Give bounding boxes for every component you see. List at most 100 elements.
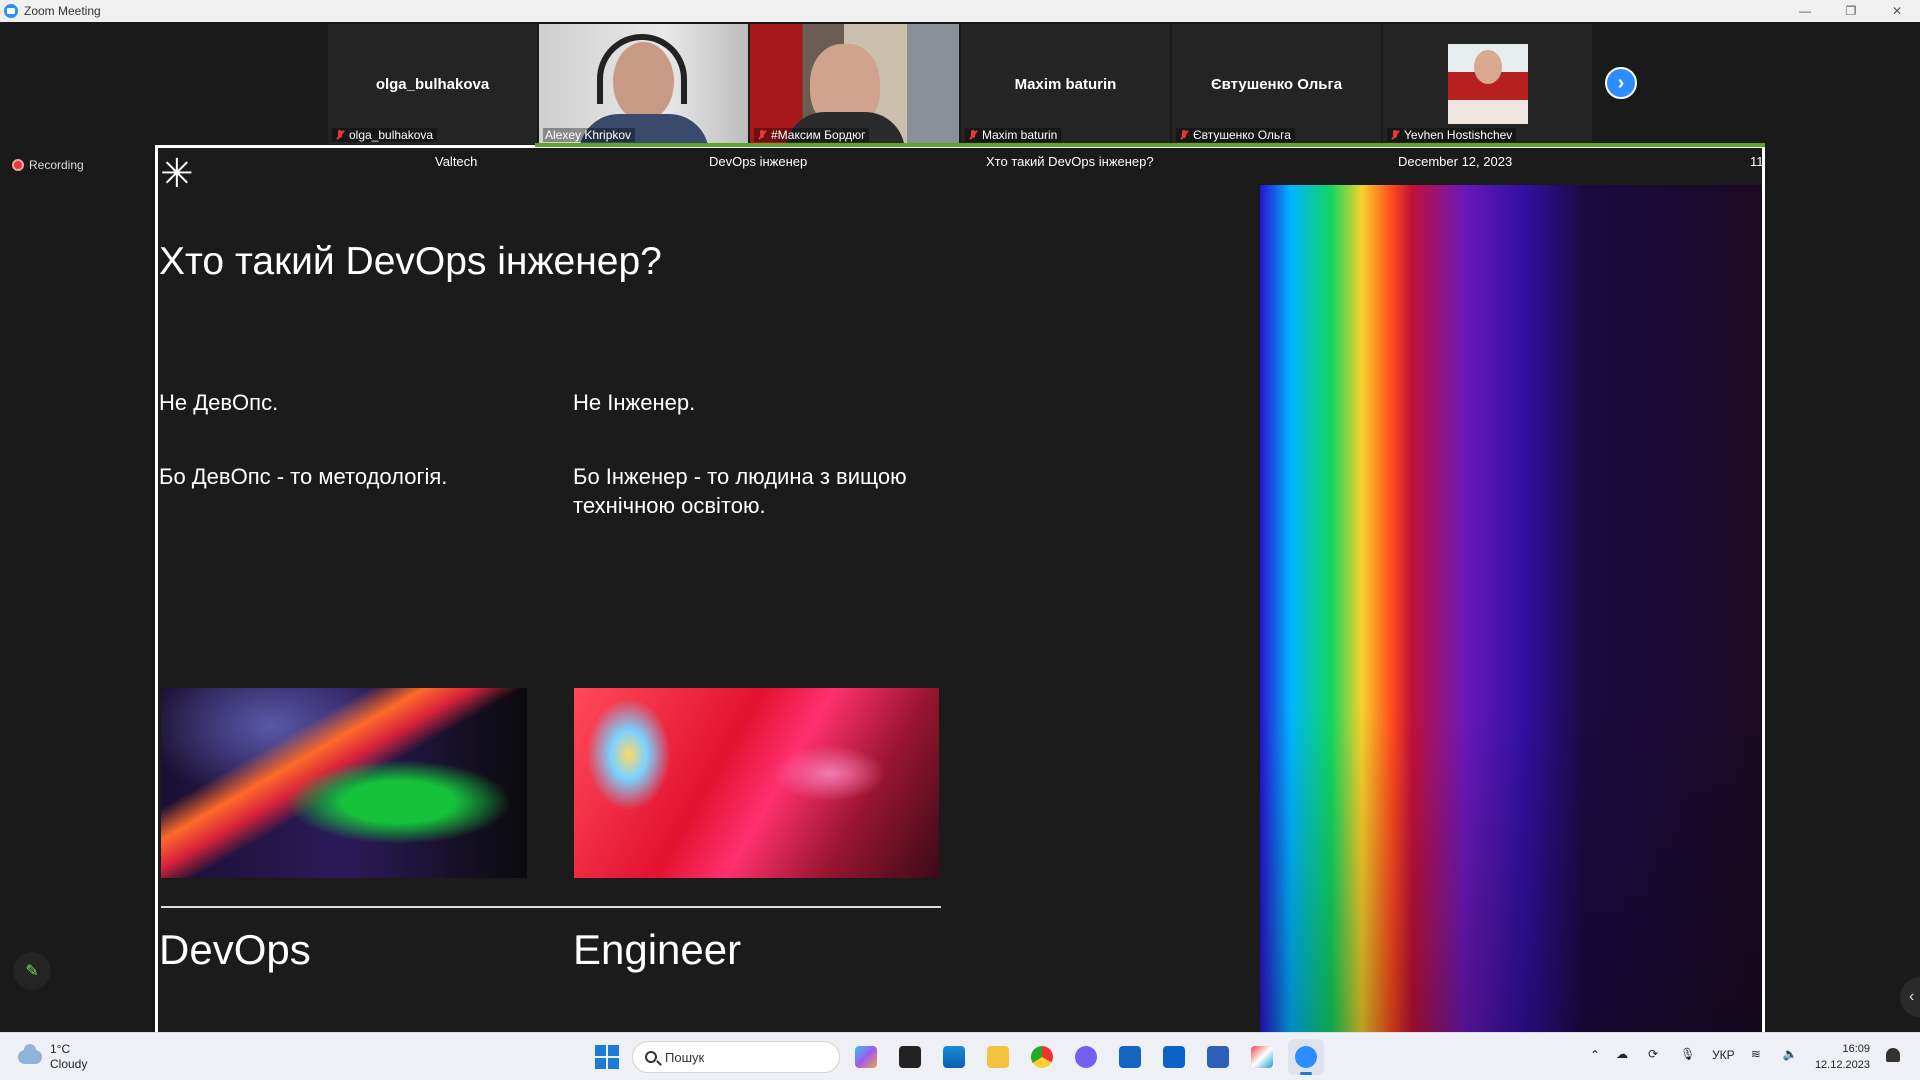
participant-name: Alexey Khripkov — [545, 128, 632, 142]
engineer-abstract-image — [574, 688, 939, 878]
viber-app[interactable] — [1068, 1039, 1104, 1075]
slide-header: ✳ Valtech DevOps інженер Хто такий DevOp… — [158, 154, 1764, 194]
participant-name-label: Yevhen Hostishchev — [1387, 128, 1517, 142]
store-app[interactable] — [936, 1039, 972, 1075]
shared-screen-slide: ✳ Valtech DevOps інженер Хто такий DevOp… — [155, 145, 1765, 1052]
slide-page-number: 11 — [1750, 154, 1764, 169]
microphone-icon[interactable]: 🎙 — [1680, 1047, 1696, 1063]
chevron-right-icon: › — [1617, 71, 1625, 94]
pencil-icon: ✎ — [25, 963, 39, 980]
participant-avatar — [1448, 44, 1528, 124]
muted-mic-icon — [756, 129, 768, 141]
search-placeholder: Пошук — [665, 1049, 705, 1065]
zoom-app[interactable] — [1288, 1039, 1324, 1075]
slide-col2-line2a: Бо Інженер - то людина з вищою — [573, 464, 907, 489]
participant-name-label: Євтушенко Ольга — [1176, 128, 1295, 142]
participant-tile[interactable]: Євтушенко Ольга Євтушенко Ольга — [1172, 24, 1381, 144]
participant-name-label: olga_bulhakova — [332, 128, 438, 142]
slide-col1-line2: Бо ДевОпс - то методологія. — [159, 464, 448, 489]
headset-shape — [597, 34, 687, 104]
slide-word-devops: DevOps — [159, 926, 311, 973]
slide-header-date: December 12, 2023 — [1398, 154, 1513, 169]
word-app[interactable] — [1200, 1039, 1236, 1075]
recording-label: Recording — [29, 158, 84, 172]
prism-light-image — [1260, 185, 1762, 1049]
task-view-app[interactable] — [892, 1039, 928, 1075]
notification-bell-icon[interactable] — [1886, 1048, 1900, 1062]
record-dot-icon — [12, 159, 24, 171]
participant-center-name: Maxim baturin — [1014, 76, 1117, 93]
volume-icon[interactable]: 🔈 — [1783, 1047, 1799, 1063]
outlook-app[interactable] — [1156, 1039, 1192, 1075]
annotate-button[interactable]: ✎ — [13, 952, 51, 990]
taskbar-clock[interactable]: 16:09 12.12.2023 — [1810, 1041, 1870, 1073]
slide-col2-line2b: технічною освітою. — [573, 493, 766, 518]
search-icon — [645, 1051, 657, 1063]
weather-temp: 1°C — [50, 1042, 71, 1056]
chrome-icon — [1031, 1046, 1053, 1068]
taskbar-apps: Пошук — [590, 1039, 1324, 1075]
participant-strip: olga_bulhakova olga_bulhakova Alexey Khr… — [328, 24, 1592, 144]
weather-condition: Cloudy — [50, 1057, 88, 1071]
participant-tile-active-speaker[interactable]: Alexey Khripkov — [539, 24, 748, 144]
devops-abstract-image — [161, 688, 527, 878]
chevron-left-icon: ‹ — [1909, 988, 1915, 1005]
participant-tile[interactable]: #Максим Бордюг — [750, 24, 959, 144]
snipping-tool-app[interactable] — [1244, 1039, 1280, 1075]
head-shape — [1474, 50, 1502, 84]
participant-name: #Максим Бордюг — [771, 128, 866, 142]
participant-name: Maxim baturin — [982, 128, 1058, 142]
muted-mic-icon — [967, 129, 979, 141]
slide-header-section: DevOps інженер — [709, 154, 808, 169]
next-participants-button[interactable]: › — [1605, 67, 1637, 99]
participant-name-label: #Максим Бордюг — [754, 128, 870, 142]
weather-widget[interactable]: 1°C Cloudy — [18, 1042, 87, 1072]
window-titlebar: Zoom Meeting — ❐ ✕ — [0, 0, 1920, 22]
recording-indicator[interactable]: Recording — [12, 158, 84, 172]
copilot-icon — [855, 1046, 877, 1068]
start-button[interactable] — [590, 1040, 624, 1074]
system-tray: ⌃ ☁ ⟳ 🎙 УКР ≋ 🔈 — [1590, 1047, 1799, 1063]
remote-desktop-app[interactable] — [1112, 1039, 1148, 1075]
participant-center-name: Євтушенко Ольга — [1210, 76, 1343, 93]
cloud-icon — [18, 1044, 42, 1064]
participant-name: Yevhen Hostishchev — [1404, 128, 1513, 142]
minimize-button[interactable]: — — [1782, 0, 1828, 22]
zoom-app-icon — [4, 4, 18, 18]
slide-divider — [161, 906, 941, 908]
participant-center-name: olga_bulhakova — [375, 76, 490, 93]
zoom-icon — [1295, 1046, 1317, 1068]
participant-tile[interactable]: Maxim baturin Maxim baturin — [961, 24, 1170, 144]
wifi-icon[interactable]: ≋ — [1751, 1047, 1767, 1063]
file-explorer-app[interactable] — [980, 1039, 1016, 1075]
language-indicator[interactable]: УКР — [1712, 1048, 1735, 1062]
task-view-icon — [899, 1046, 921, 1068]
slide-header-company: Valtech — [435, 154, 478, 169]
window-title: Zoom Meeting — [24, 4, 101, 18]
viber-icon — [1075, 1046, 1097, 1068]
participant-name-label: Maxim baturin — [965, 128, 1062, 142]
remote-desktop-icon — [1119, 1046, 1141, 1068]
close-button[interactable]: ✕ — [1874, 0, 1920, 22]
chevron-up-icon[interactable]: ⌃ — [1590, 1048, 1600, 1062]
restore-button[interactable]: ❐ — [1828, 0, 1874, 22]
participant-tile[interactable]: Yevhen Hostishchev — [1383, 24, 1592, 144]
copilot-app[interactable] — [848, 1039, 884, 1075]
valtech-asterisk-icon: ✳ — [160, 152, 194, 196]
store-icon — [943, 1046, 965, 1068]
clock-date: 12.12.2023 — [1814, 1059, 1870, 1071]
collapse-panel-button[interactable]: ‹ — [1900, 977, 1920, 1017]
participant-tile[interactable]: olga_bulhakova olga_bulhakova — [328, 24, 537, 144]
participant-name: Євтушенко Ольга — [1193, 128, 1291, 142]
onedrive-icon[interactable]: ☁ — [1616, 1047, 1632, 1063]
slide-header-topic: Хто такий DevOps інженер? — [986, 154, 1154, 169]
folder-icon — [987, 1046, 1009, 1068]
chrome-app[interactable] — [1024, 1039, 1060, 1075]
taskbar-search[interactable]: Пошук — [632, 1041, 840, 1073]
word-icon — [1207, 1046, 1229, 1068]
slide-title: Хто такий DevOps інженер? — [159, 240, 662, 283]
sync-icon[interactable]: ⟳ — [1648, 1047, 1664, 1063]
participant-name: olga_bulhakova — [349, 128, 434, 142]
slide-word-engineer: Engineer — [573, 926, 742, 973]
slide-col2-line1: Не Інженер. — [573, 390, 696, 415]
